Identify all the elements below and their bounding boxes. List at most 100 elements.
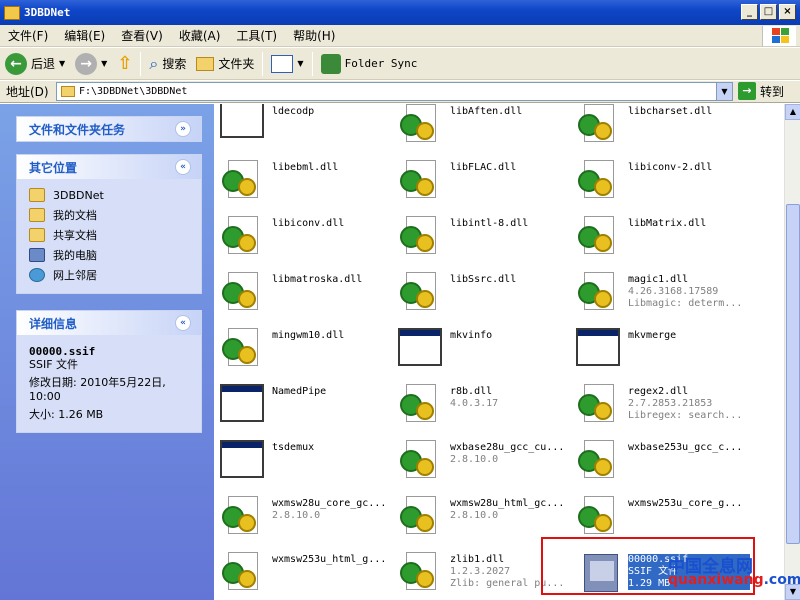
details-panel: 详细信息 « 00000.ssif SSIF 文件 修改日期: 2010年5月2… (16, 310, 202, 433)
file-item[interactable]: wxbase28u_gcc_cu... 2.8.10.0 (396, 436, 574, 488)
up-folder-button[interactable]: ⇧ (112, 50, 137, 78)
link-shared-documents[interactable]: 共享文档 (29, 225, 191, 245)
file-meta: 4.0.3.17 (450, 398, 499, 409)
detail-size: 大小: 1.26 MB (29, 408, 104, 421)
file-item[interactable]: libMatrix.dll (574, 212, 752, 264)
window-title: 3DBDNet (24, 6, 71, 19)
menu-favorites[interactable]: 收藏(A) (171, 27, 229, 44)
file-item[interactable]: libintl-8.dll (396, 212, 574, 264)
documents-icon (29, 208, 45, 222)
file-item[interactable]: wxbase253u_gcc_c... (574, 436, 752, 488)
file-name: wxmsw28u_html_gc... (450, 498, 565, 509)
address-bar: 地址(D) F:\3DBDNet\3DBDNet ▼ → 转到 (0, 81, 800, 103)
scroll-up-button[interactable]: ▲ (785, 104, 800, 120)
file-item[interactable]: mingwm10.dll (218, 324, 396, 376)
file-item[interactable]: libAften.dll (396, 104, 574, 152)
maximize-button[interactable]: □ (760, 4, 777, 20)
application-window-icon (218, 380, 266, 428)
file-item[interactable]: libiconv.dll (218, 212, 396, 264)
collapse-chevron-icon[interactable]: « (175, 315, 191, 331)
link-my-computer[interactable]: 我的电脑 (29, 245, 191, 265)
file-name: NamedPipe (272, 386, 327, 397)
forward-button[interactable]: → ▼ (70, 50, 112, 78)
file-name: ldecodp (272, 106, 315, 117)
file-item[interactable]: libebml.dll (218, 156, 396, 208)
other-places-header[interactable]: 其它位置 « (17, 155, 201, 179)
link-my-documents[interactable]: 我的文档 (29, 205, 191, 225)
views-button[interactable]: ▼ (266, 50, 308, 78)
dll-gear-icon (218, 548, 266, 596)
application-window-icon (396, 324, 444, 372)
network-globe-icon (29, 268, 45, 282)
file-name: mkvinfo (450, 330, 493, 341)
dll-gear-icon (396, 436, 444, 484)
windows-logo-icon (762, 26, 796, 46)
go-button[interactable]: → 转到 (738, 82, 784, 100)
minimize-button[interactable]: _ (741, 4, 758, 20)
menu-view[interactable]: 查看(V) (113, 27, 171, 44)
menu-tools[interactable]: 工具(T) (228, 27, 285, 44)
file-name: libiconv-2.dll (628, 162, 713, 173)
dll-gear-icon (574, 268, 622, 316)
chevron-down-icon: ▼ (297, 59, 304, 68)
file-item[interactable]: wxmsw253u_html_g... (218, 548, 396, 600)
file-name: libebml.dll (272, 162, 339, 173)
task-pane: 文件和文件夹任务 » 其它位置 « 3DBDNet 我的文档 共享文档 我的电脑… (0, 104, 214, 600)
file-item[interactable]: NamedPipe (218, 380, 396, 432)
application-window-icon (218, 436, 266, 484)
menu-help[interactable]: 帮助(H) (285, 27, 343, 44)
close-button[interactable]: × (779, 4, 796, 20)
dll-gear-icon (218, 492, 266, 540)
file-item[interactable]: libFLAC.dll (396, 156, 574, 208)
tasks-panel: 文件和文件夹任务 » (16, 116, 202, 142)
vertical-scrollbar[interactable]: ▲ ▼ (784, 104, 800, 600)
file-item[interactable]: libSsrc.dll (396, 268, 574, 320)
blank-file-icon (218, 104, 266, 148)
folder-icon (61, 86, 75, 97)
dll-gear-icon (574, 156, 622, 204)
address-input[interactable]: F:\3DBDNet\3DBDNet ▼ (56, 82, 733, 101)
file-item[interactable]: libcharset.dll (574, 104, 752, 152)
tasks-panel-header[interactable]: 文件和文件夹任务 » (17, 117, 201, 141)
file-item[interactable]: libiconv-2.dll (574, 156, 752, 208)
address-dropdown-button[interactable]: ▼ (716, 83, 732, 100)
computer-icon (29, 248, 45, 262)
link-network-places[interactable]: 网上邻居 (29, 265, 191, 285)
file-meta: Libregex: search... (628, 410, 743, 421)
file-meta: Libmagic: determ... (628, 298, 743, 309)
file-item[interactable]: magic1.dll 4.26.3168.17589 Libmagic: deter… (574, 268, 752, 320)
link-3dbdnet[interactable]: 3DBDNet (29, 185, 191, 205)
file-item[interactable]: mkvinfo (396, 324, 574, 376)
folder-sync-button[interactable]: Folder Sync (316, 50, 423, 78)
file-item[interactable]: libmatroska.dll (218, 268, 396, 320)
dll-gear-icon (396, 104, 444, 148)
dll-gear-icon (574, 492, 622, 540)
scroll-thumb[interactable] (786, 204, 800, 544)
expand-chevron-icon[interactable]: » (175, 121, 191, 137)
file-name: libMatrix.dll (628, 218, 707, 229)
menu-file[interactable]: 文件(F) (0, 27, 56, 44)
collapse-chevron-icon[interactable]: « (175, 159, 191, 175)
back-button[interactable]: ← 后退 ▼ (0, 50, 70, 78)
file-meta: 2.7.2853.21853 (628, 398, 713, 409)
details-header[interactable]: 详细信息 « (17, 311, 201, 335)
file-name: wxbase253u_gcc_c... (628, 442, 743, 453)
file-item[interactable]: wxmsw28u_core_gc... 2.8.10.0 (218, 492, 396, 544)
search-button[interactable]: ⌕ 搜索 (144, 50, 191, 78)
dll-gear-icon (574, 436, 622, 484)
file-meta: 2.8.10.0 (272, 510, 321, 521)
file-name: libSsrc.dll (450, 274, 517, 285)
menu-edit[interactable]: 编辑(E) (56, 27, 113, 44)
file-item[interactable]: r8b.dll 4.0.3.17 (396, 380, 574, 432)
file-item[interactable]: regex2.dll 2.7.2853.21853 Libregex: search… (574, 380, 752, 432)
file-name: libAften.dll (450, 106, 523, 117)
title-bar: 3DBDNet _ □ × (0, 0, 800, 25)
file-item[interactable]: tsdemux (218, 436, 396, 488)
folders-button[interactable]: 文件夹 (191, 50, 259, 78)
file-item[interactable]: mkvmerge (574, 324, 752, 376)
file-item[interactable]: ldecodp (218, 104, 396, 152)
dll-gear-icon (396, 212, 444, 260)
file-name: mkvmerge (628, 330, 677, 341)
dll-gear-icon (574, 380, 622, 428)
dll-gear-icon (218, 268, 266, 316)
